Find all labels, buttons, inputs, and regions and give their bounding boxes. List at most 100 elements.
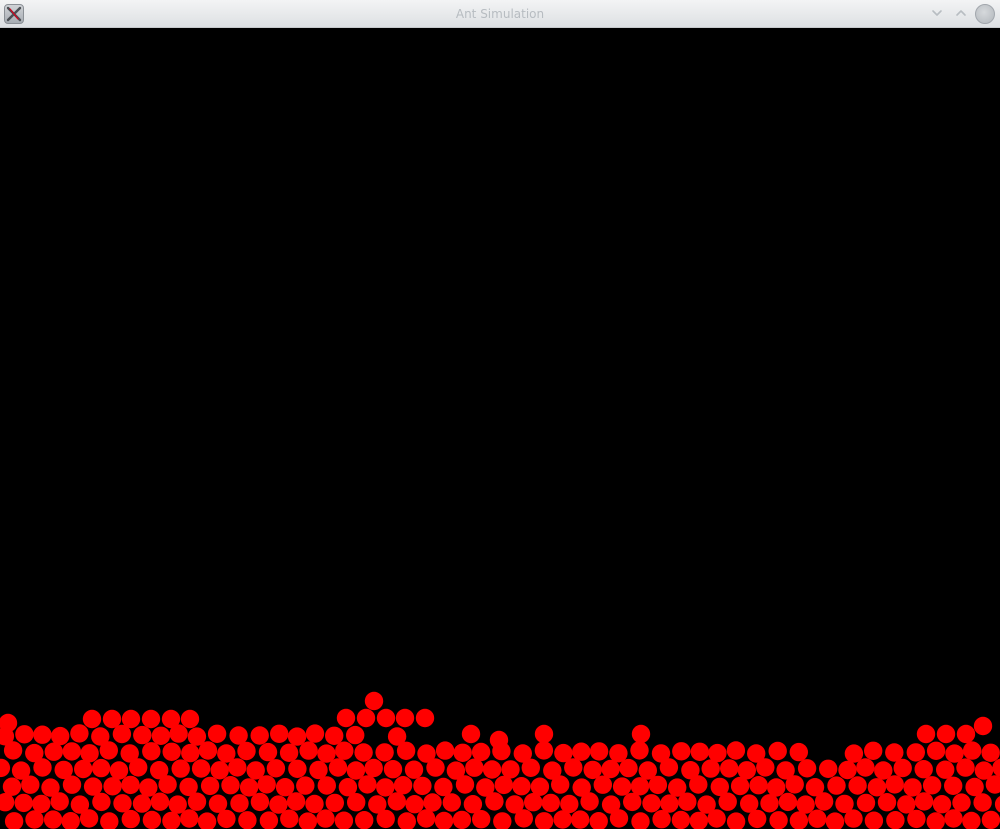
ant bbox=[981, 810, 1000, 829]
ant bbox=[102, 709, 122, 729]
ant bbox=[121, 775, 140, 795]
ant bbox=[334, 811, 354, 829]
ant bbox=[286, 792, 306, 811]
ant bbox=[142, 742, 161, 761]
ant bbox=[814, 792, 834, 811]
ant bbox=[62, 775, 82, 794]
ant bbox=[571, 810, 590, 829]
ant bbox=[257, 775, 276, 794]
ant bbox=[33, 725, 52, 744]
ant bbox=[652, 810, 671, 829]
ant bbox=[726, 741, 746, 760]
ant bbox=[191, 759, 211, 778]
ant bbox=[838, 760, 857, 780]
ant bbox=[512, 777, 531, 796]
ant bbox=[678, 792, 697, 811]
ant bbox=[671, 810, 691, 829]
ant bbox=[4, 812, 24, 829]
ant bbox=[485, 792, 504, 811]
ant bbox=[973, 716, 993, 736]
ant bbox=[963, 741, 982, 760]
ant bbox=[856, 793, 876, 813]
window-titlebar[interactable]: Ant Simulation bbox=[0, 0, 1000, 28]
ant bbox=[383, 760, 403, 779]
ant bbox=[690, 742, 709, 761]
ant bbox=[43, 810, 63, 829]
ant bbox=[158, 775, 177, 794]
ant bbox=[730, 776, 750, 796]
ant bbox=[259, 811, 279, 829]
ant bbox=[612, 777, 632, 796]
ant bbox=[423, 793, 442, 812]
ant bbox=[726, 812, 746, 829]
ant bbox=[61, 812, 80, 829]
ant bbox=[482, 760, 502, 779]
maximize-button[interactable] bbox=[951, 4, 971, 24]
ant bbox=[305, 794, 324, 814]
ant bbox=[749, 776, 768, 795]
ant bbox=[197, 812, 217, 829]
close-button[interactable] bbox=[975, 4, 995, 24]
ant bbox=[358, 775, 377, 794]
ant bbox=[109, 761, 129, 780]
ant bbox=[534, 741, 554, 760]
ant bbox=[80, 744, 99, 763]
ant bbox=[171, 759, 190, 778]
ant bbox=[886, 811, 905, 829]
ant bbox=[3, 741, 23, 760]
ant bbox=[181, 743, 200, 763]
ant bbox=[434, 811, 454, 829]
ant bbox=[471, 742, 491, 762]
ant bbox=[180, 709, 200, 729]
ant bbox=[593, 775, 612, 794]
ant bbox=[825, 812, 845, 829]
simulation-canvas[interactable] bbox=[0, 28, 1000, 829]
ant bbox=[514, 809, 533, 828]
ant bbox=[266, 759, 286, 778]
ant bbox=[936, 760, 955, 779]
ant bbox=[867, 778, 887, 797]
ant bbox=[413, 776, 432, 796]
ant bbox=[393, 776, 413, 795]
ant bbox=[778, 792, 798, 812]
ant bbox=[103, 777, 122, 796]
ant bbox=[347, 793, 366, 812]
x-app-icon bbox=[4, 4, 24, 24]
ant bbox=[630, 777, 650, 796]
ant bbox=[760, 794, 779, 813]
chevron-down-icon bbox=[930, 5, 944, 24]
ant bbox=[397, 812, 416, 829]
ant bbox=[659, 758, 679, 777]
ant bbox=[748, 809, 767, 829]
ant bbox=[434, 777, 453, 797]
ant bbox=[395, 708, 415, 728]
ant bbox=[356, 708, 376, 728]
ant bbox=[494, 775, 513, 795]
ant bbox=[601, 759, 620, 779]
ant bbox=[141, 709, 161, 729]
ant bbox=[298, 812, 317, 829]
ant bbox=[689, 811, 708, 829]
ant bbox=[238, 811, 257, 829]
ant bbox=[150, 792, 170, 811]
ant bbox=[325, 726, 344, 745]
ant bbox=[375, 743, 394, 762]
window-title: Ant Simulation bbox=[455, 7, 545, 21]
ant bbox=[926, 812, 945, 829]
ant bbox=[91, 758, 111, 778]
ant bbox=[956, 758, 975, 777]
ant bbox=[756, 758, 775, 777]
ant bbox=[237, 741, 256, 761]
minimize-button[interactable] bbox=[927, 4, 947, 24]
ant bbox=[785, 775, 804, 794]
ant bbox=[376, 809, 395, 829]
ant bbox=[973, 793, 992, 812]
ant bbox=[906, 743, 925, 762]
ant bbox=[848, 776, 867, 795]
ant bbox=[250, 792, 270, 812]
ant bbox=[151, 726, 171, 745]
ant bbox=[718, 792, 737, 811]
ant bbox=[217, 809, 236, 829]
ant-layer bbox=[0, 691, 1000, 829]
ant bbox=[455, 775, 475, 794]
